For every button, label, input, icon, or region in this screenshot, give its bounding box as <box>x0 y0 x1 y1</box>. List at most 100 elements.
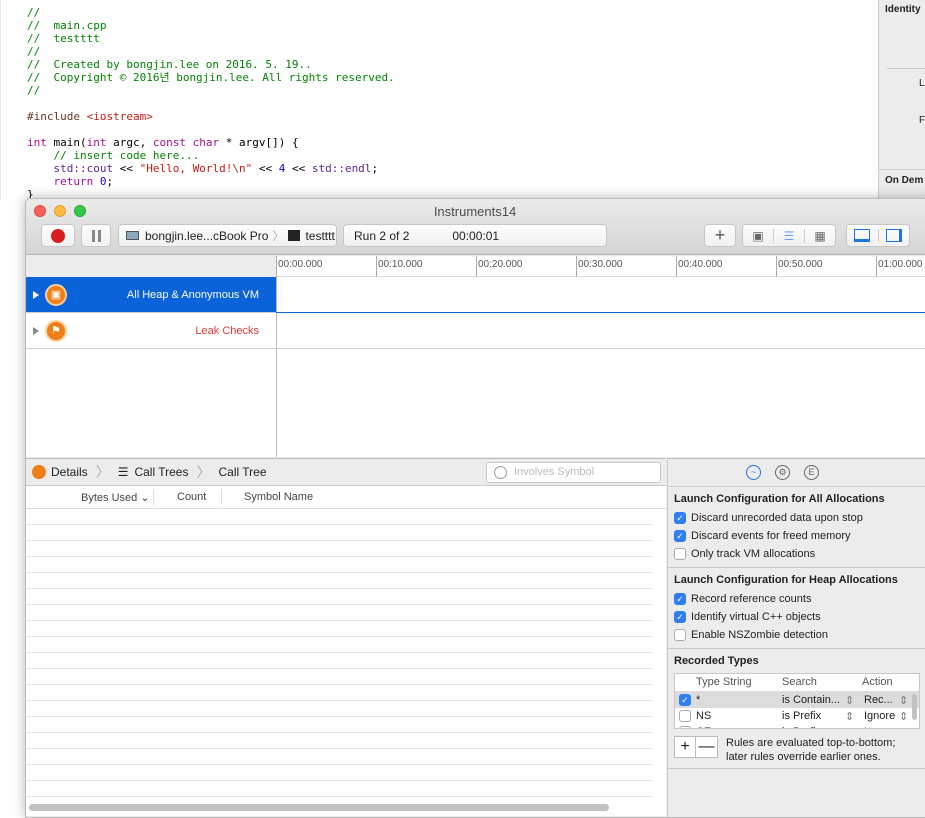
cpu-view-icon[interactable]: ▣ <box>743 229 773 243</box>
run-label: Run 2 of 2 <box>354 228 410 243</box>
code-token: // <box>27 84 41 97</box>
table-row[interactable] <box>26 701 651 717</box>
terminal-icon <box>288 230 301 241</box>
recorded-types-table[interactable]: Type String Search Action ✓ * is Contain..… <box>674 673 920 729</box>
table-row[interactable] <box>26 669 651 685</box>
type-string: CF <box>696 726 711 728</box>
ruler-tick: 00:40.000 <box>676 256 723 277</box>
row-checkbox[interactable] <box>679 710 691 722</box>
disclosure-triangle-icon[interactable] <box>33 290 39 299</box>
updown-chevron-icon: ⇕ <box>845 711 855 723</box>
table-header: Bytes Used ⌄ Count Symbol Name <box>26 486 666 509</box>
action-select[interactable]: Ignore <box>864 710 895 722</box>
extended-detail-icon[interactable]: E <box>804 465 819 480</box>
checkbox-checked-icon[interactable]: ✓ <box>674 530 686 542</box>
search-select[interactable]: is Contain... <box>782 694 840 706</box>
option-checkbox[interactable]: Enable NSZombie detection <box>674 626 925 644</box>
code-token: main( <box>46 136 87 149</box>
option-label: Enable NSZombie detection <box>691 629 828 641</box>
recorded-type-row[interactable]: ✓ * is Contain... ⇕ Rec... ⇕ <box>675 692 919 708</box>
table-row[interactable] <box>26 525 651 541</box>
row-checkbox[interactable]: ✓ <box>679 694 691 706</box>
table-header: Type String Search Action <box>675 674 919 692</box>
option-checkbox[interactable]: ✓ Identify virtual C++ objects <box>674 608 925 626</box>
target-selector[interactable]: bongjin.lee...cBook Pro 〉 testttt <box>118 224 337 247</box>
code-line: // Copyright © 2016년 bongjin.lee. All ri… <box>27 71 395 84</box>
gear-icon[interactable]: ⚙ <box>775 465 790 480</box>
record-button[interactable] <box>41 224 75 247</box>
inspector-label: L <box>919 78 925 89</box>
remove-type-button[interactable]: — <box>696 736 718 758</box>
checkbox-checked-icon[interactable]: ✓ <box>674 593 686 605</box>
table-row[interactable] <box>26 733 651 749</box>
source-code[interactable]: //// main.cpp// testttt//// Created by b… <box>27 0 395 201</box>
checkbox-icon[interactable] <box>674 629 686 641</box>
checkbox-checked-icon[interactable]: ✓ <box>674 512 686 524</box>
updown-chevron-icon: ⇕ <box>899 726 908 728</box>
option-checkbox[interactable]: ✓ Discard events for freed memory <box>674 527 925 545</box>
vertical-scrollbar[interactable] <box>912 694 917 720</box>
recorded-type-row[interactable]: CF is Prefix ⇕ Ignore ⇕ <box>675 724 919 728</box>
table-row[interactable] <box>26 541 651 557</box>
disclosure-triangle-icon[interactable] <box>33 326 39 335</box>
action-select[interactable]: Ignore <box>864 726 895 728</box>
table-row[interactable] <box>26 717 651 733</box>
breadcrumb-details[interactable]: Details <box>32 465 88 479</box>
column-action[interactable]: Action <box>862 676 893 688</box>
column-search[interactable]: Search <box>782 676 817 688</box>
table-row[interactable] <box>26 605 651 621</box>
column-symbol-name[interactable]: Symbol Name <box>244 491 313 503</box>
row-checkbox[interactable] <box>679 726 691 728</box>
table-row[interactable] <box>26 765 651 781</box>
grid-view-icon[interactable]: ▦ <box>804 228 835 243</box>
pause-button[interactable] <box>81 224 111 247</box>
add-type-button[interactable]: + <box>674 736 696 758</box>
table-row[interactable] <box>26 589 651 605</box>
recorded-type-row[interactable]: NS is Prefix ⇕ Ignore ⇕ <box>675 708 919 724</box>
code-token: argc, <box>106 136 153 149</box>
table-row[interactable] <box>26 557 651 573</box>
table-row[interactable] <box>26 781 651 797</box>
table-row[interactable] <box>26 509 651 525</box>
code-line: std::cout << "Hello, World!\n" << 4 << s… <box>27 162 395 175</box>
code-token: // <box>27 45 41 58</box>
search-select[interactable]: is Prefix <box>782 710 821 722</box>
right-panel-icon[interactable] <box>877 229 910 242</box>
option-checkbox[interactable]: ✓ Discard unrecorded data upon stop <box>674 509 925 527</box>
column-count[interactable]: Count <box>177 491 206 503</box>
column-type-string[interactable]: Type String <box>696 676 752 688</box>
breadcrumb-call-tree[interactable]: Call Tree <box>218 465 266 479</box>
option-label: Discard unrecorded data upon stop <box>691 512 863 524</box>
checkbox-icon[interactable] <box>674 548 686 560</box>
table-row[interactable] <box>26 685 651 701</box>
table-row[interactable] <box>26 637 651 653</box>
table-row[interactable] <box>26 573 651 589</box>
breadcrumb-label: Call Trees <box>134 465 189 479</box>
bottom-panel-icon[interactable] <box>847 229 878 242</box>
code-token: return <box>53 175 94 188</box>
option-checkbox[interactable]: Only track VM allocations <box>674 545 925 563</box>
record-settings-icon[interactable]: ~ <box>746 465 761 480</box>
table-row[interactable] <box>26 621 651 637</box>
checkbox-checked-icon[interactable]: ✓ <box>674 611 686 623</box>
search-select[interactable]: is Prefix <box>782 726 821 728</box>
code-editor[interactable]: //// main.cpp// testttt//// Created by b… <box>0 0 866 201</box>
column-bytes-used[interactable]: Bytes Used ⌄ <box>81 491 150 504</box>
horizontal-scrollbar[interactable] <box>29 804 609 811</box>
table-row[interactable] <box>26 749 651 765</box>
timeline-ruler[interactable]: 00:00.000 00:10.000 00:20.000 00:30.000 00:4… <box>276 256 925 277</box>
track-0[interactable]: ▣ All Heap & Anonymous VM <box>26 277 276 313</box>
table-row[interactable] <box>26 653 651 669</box>
option-checkbox[interactable]: ✓ Record reference counts <box>674 590 925 608</box>
breadcrumb-call-trees[interactable]: ☰ Call Trees <box>118 465 189 479</box>
ruler-tick: 00:20.000 <box>476 256 523 277</box>
list-view-icon[interactable]: ☰ <box>773 228 804 243</box>
action-select[interactable]: Rec... <box>864 694 893 706</box>
call-tree-table[interactable]: Bytes Used ⌄ Count Symbol Name <box>26 486 666 816</box>
symbol-search-input[interactable]: Involves Symbol <box>486 462 661 483</box>
add-instrument-button[interactable]: + <box>704 224 736 247</box>
track-1[interactable]: ⚑ Leak Checks <box>26 313 276 349</box>
code-token: std::endl <box>311 162 372 175</box>
